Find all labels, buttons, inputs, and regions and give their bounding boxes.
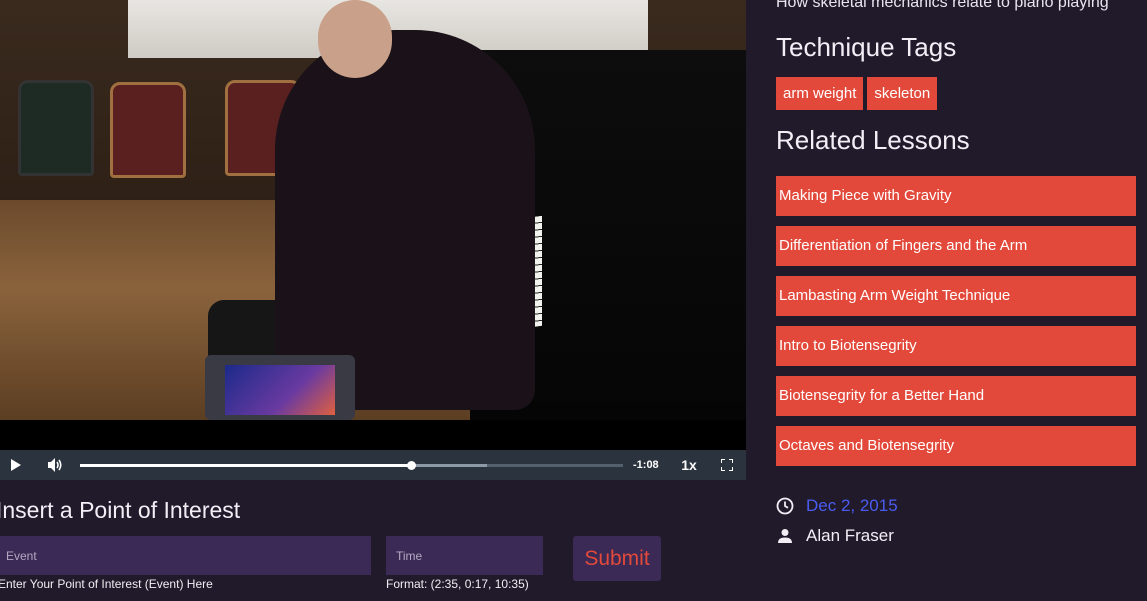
video-scene-camera-screen — [225, 365, 335, 415]
video-scene-presenter — [275, 30, 535, 410]
video-control-bar: -1:08 1x — [0, 450, 746, 480]
seek-bar-played — [80, 464, 412, 467]
event-input[interactable] — [0, 536, 371, 575]
related-lessons-heading: Related Lessons — [776, 125, 970, 155]
related-lesson-link[interactable]: Lambasting Arm Weight Technique — [776, 276, 1136, 316]
related-lessons-list: Making Piece with Gravity Differentiatio… — [776, 176, 1136, 476]
video-frame[interactable] — [0, 0, 746, 420]
related-lesson-link[interactable]: Biotensegrity for a Better Hand — [776, 376, 1136, 416]
time-input[interactable] — [386, 536, 543, 575]
tag-list: arm weight skeleton — [776, 77, 938, 110]
tag-skeleton[interactable]: skeleton — [867, 77, 938, 110]
video-scene-chair — [110, 82, 186, 178]
poi-heading: Insert a Point of Interest — [0, 497, 241, 523]
user-icon — [776, 527, 794, 545]
seek-bar[interactable] — [80, 461, 623, 470]
time-remaining: -1:08 — [633, 459, 659, 471]
video-scene-chair — [18, 80, 94, 176]
lesson-author-row: Alan Fraser — [776, 526, 894, 546]
play-icon — [11, 459, 21, 471]
play-button[interactable] — [6, 450, 26, 480]
lesson-date-row: Dec 2, 2015 — [776, 496, 898, 516]
playback-rate-button[interactable]: 1x — [678, 450, 700, 480]
event-hint: Enter Your Point of Interest (Event) Her… — [0, 577, 213, 591]
fullscreen-button[interactable] — [716, 450, 738, 480]
related-lesson-link[interactable]: Intro to Biotensegrity — [776, 326, 1136, 366]
related-lesson-link[interactable]: Making Piece with Gravity — [776, 176, 1136, 216]
lesson-date[interactable]: Dec 2, 2015 — [806, 496, 898, 516]
fullscreen-icon — [721, 459, 733, 471]
video-scene-presenter-head — [318, 0, 392, 78]
volume-icon — [48, 458, 62, 472]
seek-bar-handle[interactable] — [407, 461, 417, 470]
related-lesson-link[interactable]: Differentiation of Fingers and the Arm — [776, 226, 1136, 266]
tag-arm-weight[interactable]: arm weight — [776, 77, 864, 110]
related-lesson-link[interactable]: Octaves and Biotensegrity — [776, 426, 1136, 466]
lesson-author: Alan Fraser — [806, 526, 894, 545]
video-letterbox — [0, 420, 746, 450]
time-format-hint: Format: (2:35, 0:17, 10:35) — [386, 577, 529, 591]
technique-tags-heading: Technique Tags — [776, 32, 957, 62]
video-scene-camera — [205, 355, 355, 420]
clock-icon — [776, 497, 794, 515]
submit-button[interactable]: Submit — [573, 536, 661, 581]
volume-button[interactable] — [44, 450, 68, 480]
lesson-description: How skeletal mechanics relate to piano p… — [776, 0, 1109, 11]
